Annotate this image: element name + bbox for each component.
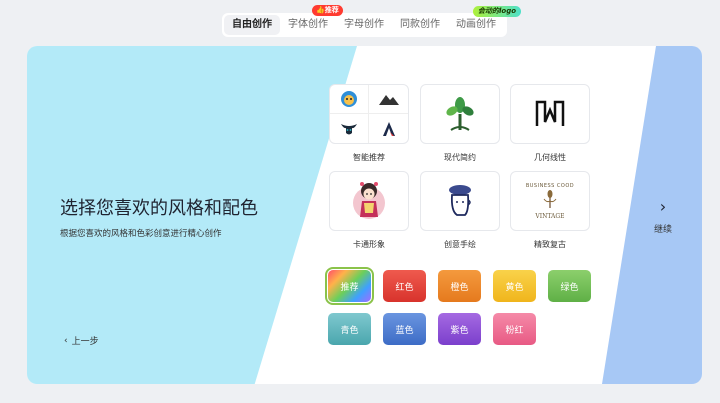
thumb-icon: 👍 [316,6,325,14]
prev-step-button[interactable]: ‹ 上一步 [64,334,99,348]
style-box-vintage: BUSINESS COOD VINTAGE [510,171,590,231]
style-label-vintage: 精致复古 [534,240,566,249]
animated-logo-badge: 会动的logo [473,6,522,17]
color-pink[interactable]: 粉红 [493,313,536,345]
tab-letter-creation[interactable]: 字母创作 [336,15,392,35]
style-box-modern [420,84,500,144]
style-label-modern: 现代简约 [444,153,476,162]
bull-logo-icon [330,114,369,143]
hand-drawn-head-icon [449,185,471,216]
style-label-geometric: 几何线性 [534,153,566,162]
style-label-smart: 智能推荐 [353,153,385,162]
mascot-logo-icon [330,85,369,114]
chevron-left-icon: ‹ [64,335,68,346]
continue-label: 继续 [653,225,672,235]
recommend-badge-text: 推荐 [324,6,339,14]
tree-logo-icon [446,97,474,131]
style-box-hand-drawn [420,171,500,231]
prev-step-label: 上一步 [71,337,99,347]
style-label-cartoon: 卡通形象 [353,240,385,249]
main-card: 选择您喜欢的风格和配色 根据您喜欢的风格和色彩创意进行精心创作 ‹ 上一步 › … [27,46,702,384]
cartoon-girl-icon [353,182,385,219]
style-box-cartoon [329,171,409,231]
creation-tabs: 自由创作 字体创作 字母创作 同款创作 动画创作 [222,13,507,37]
tab-same-style-creation[interactable]: 同款创作 [392,15,448,35]
style-hand-drawn[interactable]: 创意手绘 [420,171,500,250]
page-title: 选择您喜欢的风格和配色 [60,198,258,219]
continue-button[interactable]: › 继续 [648,197,678,236]
chevron-right-icon: › [659,197,667,216]
style-modern-minimal[interactable]: 现代简约 [420,84,500,163]
style-vintage[interactable]: BUSINESS COOD VINTAGE 精致复古 [510,171,590,250]
geometric-w-icon [535,100,565,126]
style-smart-recommend[interactable]: 智能推荐 [329,84,409,163]
style-geometric-linear[interactable]: 几何线性 [510,84,590,163]
vintage-badge-bottom-text: VINTAGE [535,212,565,220]
color-cyan[interactable]: 青色 [328,313,371,345]
wheat-icon [543,189,557,208]
style-cartoon[interactable]: 卡通形象 [329,171,409,250]
color-green[interactable]: 绿色 [548,270,591,302]
letter-a-logo-icon [369,114,408,143]
recommend-badge: 👍推荐 [312,5,343,16]
style-box-geometric [510,84,590,144]
color-red[interactable]: 红色 [383,270,426,302]
color-yellow[interactable]: 黄色 [493,270,536,302]
vintage-badge-icon: BUSINESS COOD VINTAGE [526,183,574,220]
tab-font-creation[interactable]: 字体创作 [280,15,336,35]
tab-free-creation[interactable]: 自由创作 [224,15,280,35]
color-blue[interactable]: 蓝色 [383,313,426,345]
color-orange[interactable]: 橙色 [438,270,481,302]
mixed-logos-icon [329,84,409,144]
tab-animation-creation[interactable]: 动画创作 [448,15,504,35]
color-purple[interactable]: 紫色 [438,313,481,345]
style-label-hand-drawn: 创意手绘 [444,240,476,249]
page-subtitle: 根据您喜欢的风格和色彩创意进行精心创作 [60,229,222,239]
color-recommend[interactable]: 推荐 [325,267,374,305]
mountain-logo-icon [369,85,408,114]
